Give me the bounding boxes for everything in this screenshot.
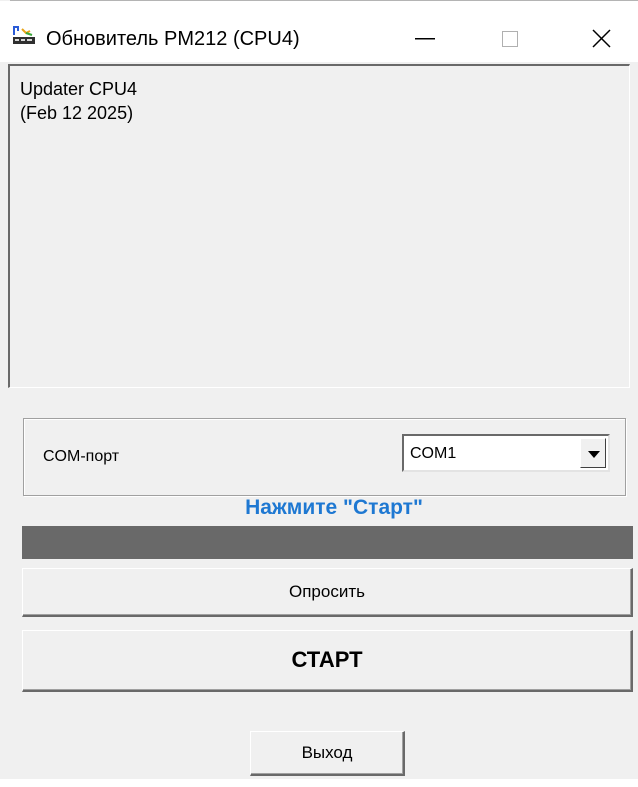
minimize-icon: [396, 38, 454, 65]
minimize-button[interactable]: [396, 17, 454, 61]
start-button[interactable]: СТАРТ: [22, 630, 633, 692]
com-port-dropdown-button[interactable]: [580, 438, 606, 468]
status-message: Нажмите "Старт": [245, 496, 423, 519]
window-title: Обновитель PM212 (CPU4): [46, 28, 300, 50]
updater-window: Обновитель PM212 (CPU4) Updater CPU4 (Fe…: [0, 0, 638, 787]
progress-bar: [22, 526, 633, 559]
maximize-icon: [480, 31, 538, 65]
chevron-down-icon: [588, 451, 600, 458]
maximize-button[interactable]: [480, 17, 538, 61]
log-line: Updater CPU4: [20, 79, 138, 99]
poll-button[interactable]: Опросить: [22, 568, 633, 617]
close-icon: [572, 29, 630, 65]
log-line: (Feb 12 2025): [20, 103, 134, 123]
updater-app-icon: [12, 25, 36, 45]
window-bottom-edge: [0, 779, 638, 787]
exit-button[interactable]: Выход: [250, 731, 405, 776]
log-text-area[interactable]: Updater CPU4 (Feb 12 2025): [8, 64, 630, 388]
com-port-value: COM1: [410, 445, 457, 462]
title-bar[interactable]: Обновитель PM212 (CPU4): [0, 1, 638, 62]
com-port-select[interactable]: COM1: [402, 434, 610, 472]
close-button[interactable]: [572, 17, 630, 61]
com-port-label: COM-порт: [43, 448, 120, 465]
